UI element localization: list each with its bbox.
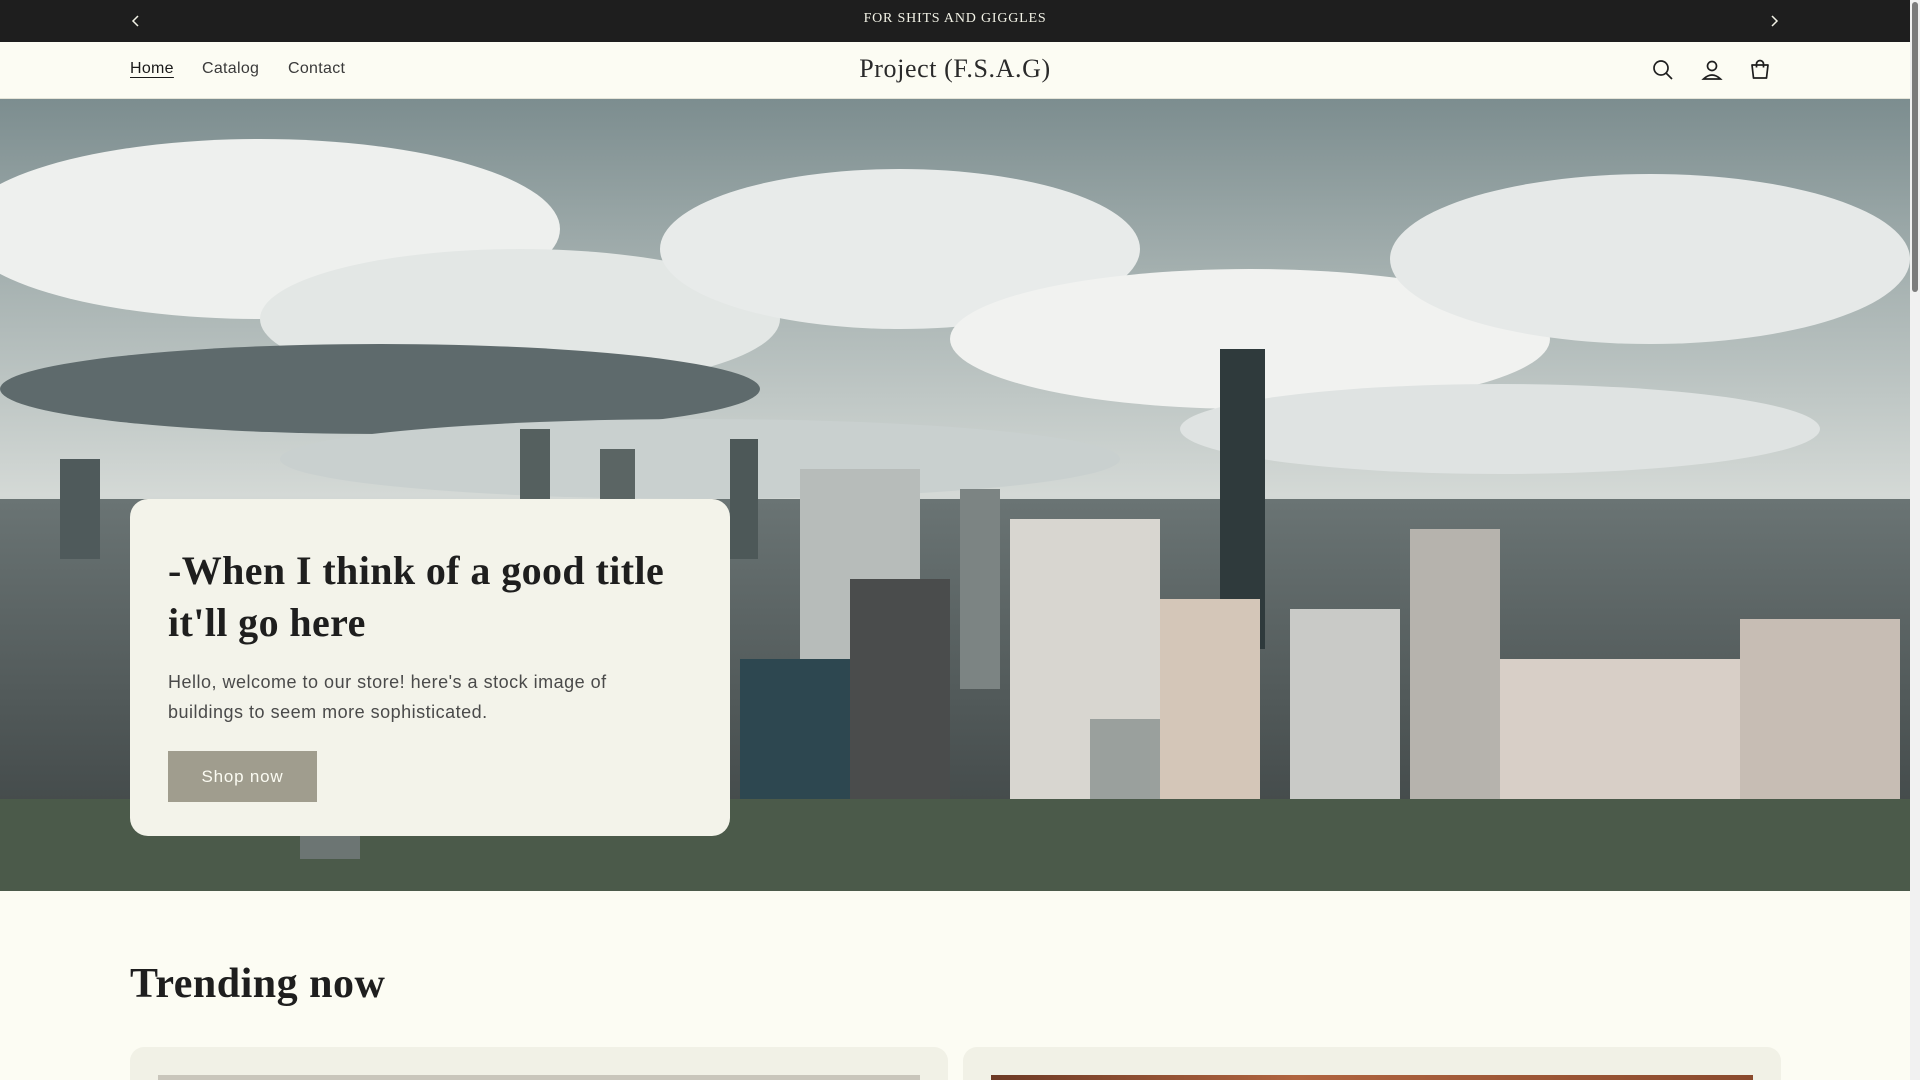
product-card[interactable] bbox=[963, 1047, 1781, 1080]
hero-content-card: -When I think of a good title it'll go h… bbox=[130, 499, 730, 836]
hero-banner: -When I think of a good title it'll go h… bbox=[0, 99, 1910, 891]
shop-now-button[interactable]: Shop now bbox=[168, 751, 317, 802]
cart-icon[interactable] bbox=[1746, 56, 1774, 84]
product-image[interactable] bbox=[158, 1075, 920, 1080]
site-header: Home Catalog Contact Project (F.S.A.G) bbox=[0, 42, 1910, 99]
trending-heading: Trending now bbox=[130, 961, 386, 1007]
hero-description: Hello, welcome to our store! here's a st… bbox=[168, 672, 607, 722]
store-logo[interactable]: Project (F.S.A.G) bbox=[0, 54, 1910, 84]
page-scrollbar[interactable] bbox=[1910, 0, 1920, 1080]
product-card[interactable] bbox=[130, 1047, 948, 1080]
search-icon[interactable] bbox=[1649, 56, 1677, 84]
announcement-bar: FOR SHITS AND GIGGLES bbox=[0, 0, 1910, 42]
account-icon[interactable] bbox=[1698, 56, 1726, 84]
hero-title: -When I think of a good title it'll go h… bbox=[168, 548, 665, 645]
announcement-message: FOR SHITS AND GIGGLES bbox=[863, 11, 1047, 26]
product-image[interactable] bbox=[991, 1075, 1753, 1080]
chevron-right-icon[interactable] bbox=[1764, 11, 1784, 31]
scrollbar-thumb[interactable] bbox=[1912, 2, 1918, 292]
